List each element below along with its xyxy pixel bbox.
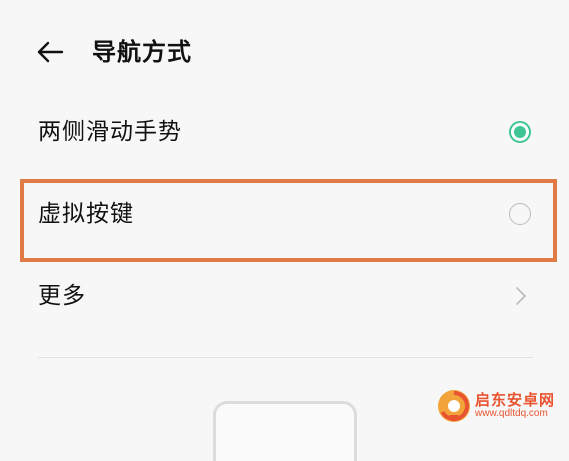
watermark-name: 启东安卓网 — [475, 390, 556, 409]
watermark: 启东安卓网 www.qdltdq.com — [437, 385, 569, 427]
gesture-preview-phone — [213, 401, 357, 461]
arrow-left-icon — [37, 41, 64, 63]
navigation-mode-screen: 导航方式 两侧滑动手势 虚拟按键 更多 启东安卓网 www.qdltdq.com — [0, 0, 569, 461]
option-label: 虚拟按键 — [38, 201, 134, 227]
divider — [38, 357, 533, 358]
watermark-logo-icon — [438, 390, 470, 422]
more-row[interactable]: 更多 — [38, 268, 533, 324]
header: 导航方式 — [0, 22, 569, 82]
page-title: 导航方式 — [92, 38, 192, 66]
chevron-right-icon — [513, 285, 529, 307]
back-button[interactable] — [30, 34, 70, 70]
option-label: 两侧滑动手势 — [38, 119, 182, 145]
more-label: 更多 — [38, 283, 86, 309]
watermark-text: 启东安卓网 www.qdltdq.com — [475, 390, 556, 419]
watermark-url: www.qdltdq.com — [475, 407, 548, 419]
option-virtual-keys[interactable]: 虚拟按键 — [38, 186, 533, 242]
option-gesture-navigation[interactable]: 两侧滑动手势 — [38, 104, 533, 160]
radio-selected-icon[interactable] — [509, 121, 531, 143]
radio-unselected-icon[interactable] — [509, 203, 531, 225]
